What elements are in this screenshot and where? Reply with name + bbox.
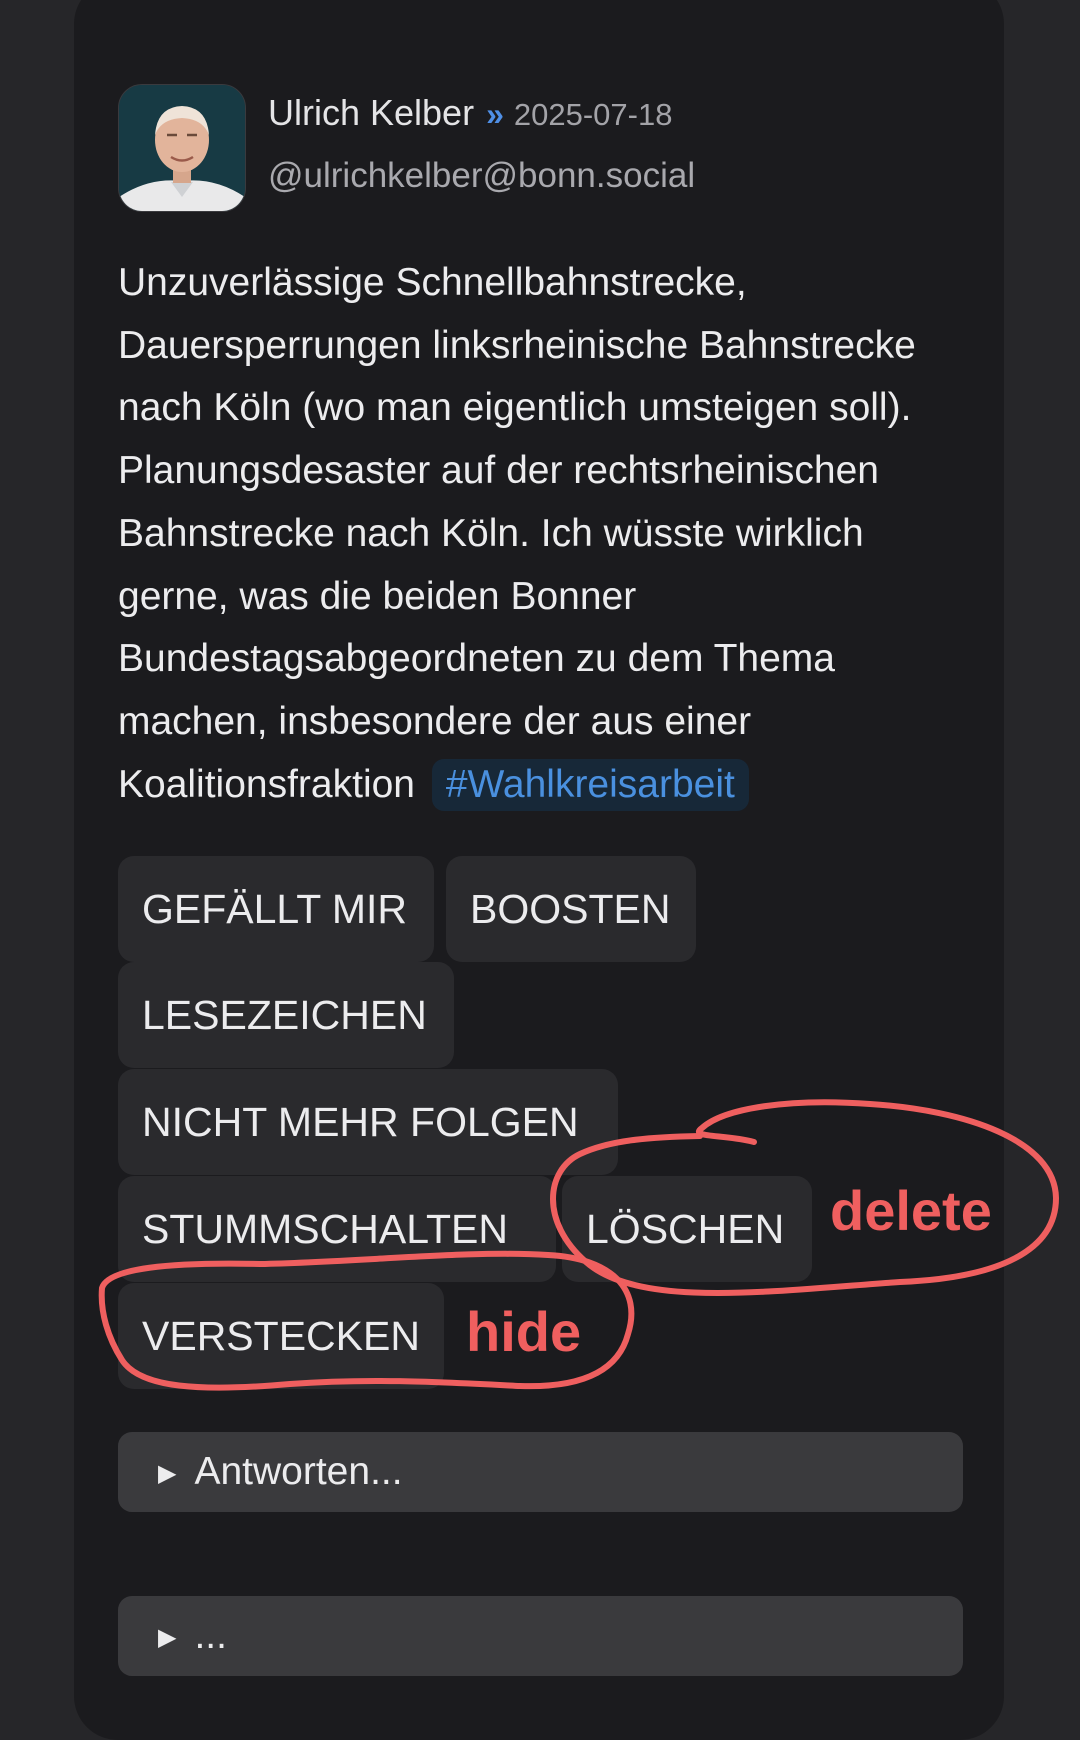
triangle-right-icon: ▶ xyxy=(158,1623,177,1651)
hide-annotation-label: hide xyxy=(466,1300,582,1363)
bookmark-button-label: LESEZEICHEN xyxy=(142,991,427,1038)
more-toggle[interactable]: ▶ ... xyxy=(118,1596,963,1676)
hashtag-link[interactable]: #Wahlkreisarbeit xyxy=(431,758,749,811)
unfollow-button-label: NICHT MEHR FOLGEN xyxy=(142,1098,579,1145)
author-avatar[interactable] xyxy=(118,84,246,212)
delete-button-label: LÖSCHEN xyxy=(586,1205,785,1252)
reply-toggle-label: Antworten... xyxy=(194,1450,403,1493)
like-button[interactable]: GEFÄLLT MIR xyxy=(118,856,434,962)
mute-button-label: STUMMSCHALTEN xyxy=(142,1205,508,1252)
reply-chevron-icon: » xyxy=(486,96,504,132)
hide-button-label: VERSTECKEN xyxy=(142,1312,420,1359)
author-photo xyxy=(119,85,245,211)
boost-button-label: BOOSTEN xyxy=(470,885,671,932)
boost-button[interactable]: BOOSTEN xyxy=(446,856,696,962)
bookmark-button[interactable]: LESEZEICHEN xyxy=(118,962,454,1068)
mute-button[interactable]: STUMMSCHALTEN xyxy=(118,1176,556,1282)
hide-button[interactable]: VERSTECKEN xyxy=(118,1283,444,1389)
unfollow-button[interactable]: NICHT MEHR FOLGEN xyxy=(118,1069,618,1175)
author-name[interactable]: Ulrich Kelber xyxy=(268,92,474,134)
more-toggle-label: ... xyxy=(194,1614,227,1657)
reply-toggle[interactable]: ▶ Antworten... xyxy=(118,1432,963,1512)
triangle-right-icon: ▶ xyxy=(158,1459,177,1487)
delete-button[interactable]: LÖSCHEN xyxy=(562,1176,812,1282)
delete-annotation-label: delete xyxy=(830,1179,992,1242)
author-line: Ulrich Kelber » 2025-07-18 xyxy=(268,92,672,142)
author-handle[interactable]: @ulrichkelber@bonn.social xyxy=(268,156,695,196)
post-date[interactable]: 2025-07-18 xyxy=(514,97,673,133)
post-body-text: Unzuverlässige Schnellbahnstrecke, Dauer… xyxy=(118,261,916,806)
post-body: Unzuverlässige Schnellbahnstrecke, Dauer… xyxy=(118,252,978,816)
like-button-label: GEFÄLLT MIR xyxy=(142,885,408,932)
